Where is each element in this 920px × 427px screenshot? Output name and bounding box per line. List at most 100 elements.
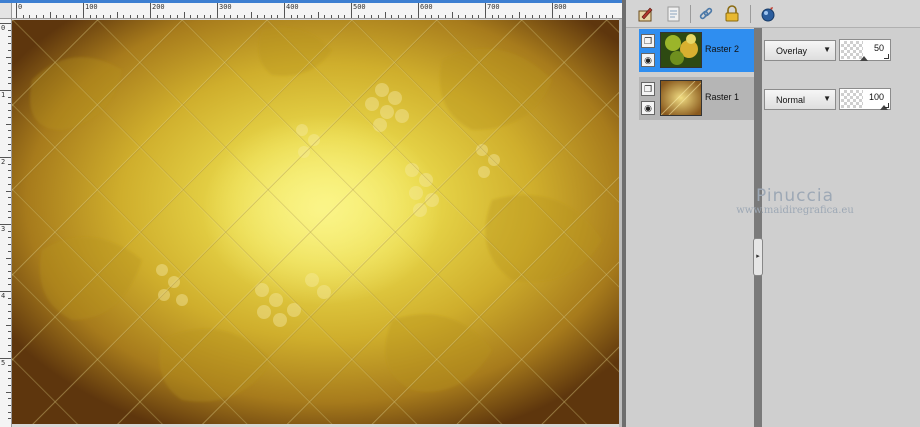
ruler-tick <box>203 15 205 18</box>
eye-icon[interactable]: ◉ <box>641 53 655 67</box>
ruler-tick <box>330 15 332 18</box>
opacity-slider-raster-1[interactable]: 100 <box>839 88 891 110</box>
layer-type-icon[interactable]: ❐ <box>641 34 655 48</box>
ruler-tick <box>8 311 11 313</box>
ruler-tick <box>96 15 98 18</box>
ruler-tick <box>371 15 373 18</box>
ruler-tick <box>8 404 11 406</box>
ruler-tick <box>223 15 225 18</box>
ruler-tick <box>123 15 125 18</box>
ruler-tick <box>444 15 446 18</box>
layer-name: Raster 2 <box>705 44 740 54</box>
ruler-label: 800 <box>554 3 567 11</box>
ruler-tick <box>8 183 11 185</box>
ruler-tick <box>552 3 553 18</box>
ruler-tick <box>89 15 91 18</box>
ruler-tick <box>8 384 11 386</box>
mask-icon[interactable] <box>758 4 778 24</box>
ruler-tick <box>217 3 218 18</box>
ruler-tick <box>478 15 480 18</box>
ruler-tick <box>538 15 540 18</box>
ruler-tick <box>109 15 111 18</box>
canvas-artwork <box>12 20 619 424</box>
eye-icon[interactable]: ◉ <box>641 101 655 115</box>
ruler-tick <box>8 163 11 165</box>
ruler-tick <box>310 15 312 18</box>
ruler-tick <box>8 398 11 400</box>
opacity-slider-marker[interactable] <box>860 56 868 61</box>
ruler-tick <box>8 337 11 339</box>
resize-corner <box>884 54 889 59</box>
ruler-tick <box>357 15 359 18</box>
ruler-tick <box>16 3 17 18</box>
ruler-tick <box>531 15 533 18</box>
ruler-tick <box>431 15 433 18</box>
ruler-tick <box>438 15 440 18</box>
ruler-tick <box>8 284 11 286</box>
layer-properties-icon[interactable] <box>664 4 684 24</box>
scroll-grip-handle[interactable]: ▸ <box>753 238 763 276</box>
ruler-tick <box>22 15 24 18</box>
ruler-tick <box>8 217 11 219</box>
ruler-tick <box>377 15 379 18</box>
ruler-tick <box>605 15 607 18</box>
ruler-tick <box>505 15 507 18</box>
ruler-tick <box>8 36 11 38</box>
ruler-tick <box>337 15 339 18</box>
ruler-tick <box>384 12 386 18</box>
ruler-tick <box>49 12 51 18</box>
ruler-tick <box>8 418 11 420</box>
opacity-slider-raster-2[interactable]: 50 <box>839 39 891 61</box>
ruler-tick <box>8 150 11 152</box>
ruler-tick <box>525 15 527 18</box>
ruler-tick <box>8 210 11 212</box>
ruler-label: 5 <box>1 359 6 367</box>
layer-thumbnail <box>660 80 702 116</box>
ruler-tick <box>404 15 406 18</box>
ruler-tick <box>163 15 165 18</box>
ruler-tick <box>196 15 198 18</box>
watermark-url: www.maidiregrafica.eu <box>736 205 854 216</box>
ruler-tick <box>129 15 131 18</box>
opacity-value: 50 <box>873 43 884 53</box>
ruler-tick <box>8 130 11 132</box>
toolbar-separator <box>690 5 691 23</box>
blend-mode-value: Overlay <box>776 46 808 56</box>
ruler-tick <box>8 110 11 112</box>
ruler-tick <box>297 15 299 18</box>
ruler-label: 700 <box>487 3 500 11</box>
layer-row-raster-1[interactable]: ❐ ◉ Raster 1 <box>639 77 755 120</box>
layers-scrollbar[interactable] <box>754 28 762 427</box>
watermark-name: Pinuccia <box>756 186 834 206</box>
layer-type-icon[interactable]: ❐ <box>641 82 655 96</box>
ruler-label: 300 <box>219 3 232 11</box>
ruler-tick <box>83 3 84 18</box>
image-canvas[interactable] <box>12 20 619 424</box>
chevron-down-icon: ▼ <box>823 45 831 54</box>
new-layer-icon[interactable] <box>636 4 656 24</box>
layer-row-raster-2[interactable]: ❐ ◉ Raster 2 <box>639 29 755 72</box>
ruler-label: 0 <box>18 3 23 11</box>
watermark: Pinuccia www.maidiregrafica.eu <box>690 186 900 216</box>
transparency-checker <box>841 90 863 108</box>
blend-mode-select-raster-1[interactable]: Normal ▼ <box>764 89 836 110</box>
ruler-tick <box>565 15 567 18</box>
lock-icon[interactable] <box>722 4 742 24</box>
blend-mode-select-raster-2[interactable]: Overlay ▼ <box>764 40 836 61</box>
opacity-value: 100 <box>868 92 884 102</box>
ruler-label: 4 <box>1 292 6 300</box>
ruler-tick <box>471 15 473 18</box>
ruler-tick <box>8 143 11 145</box>
ruler-tick <box>69 15 71 18</box>
ruler-tick <box>491 15 493 18</box>
ruler-tick <box>451 12 453 18</box>
ruler-tick <box>176 15 178 18</box>
ruler-tick <box>8 250 11 252</box>
ruler-tick <box>8 170 11 172</box>
link-icon[interactable] <box>696 4 716 24</box>
ruler-label: 2 <box>1 158 6 166</box>
ruler-tick <box>424 15 426 18</box>
ruler-tick <box>8 371 11 373</box>
ruler-tick <box>257 15 259 18</box>
toolbar-separator <box>750 5 751 23</box>
